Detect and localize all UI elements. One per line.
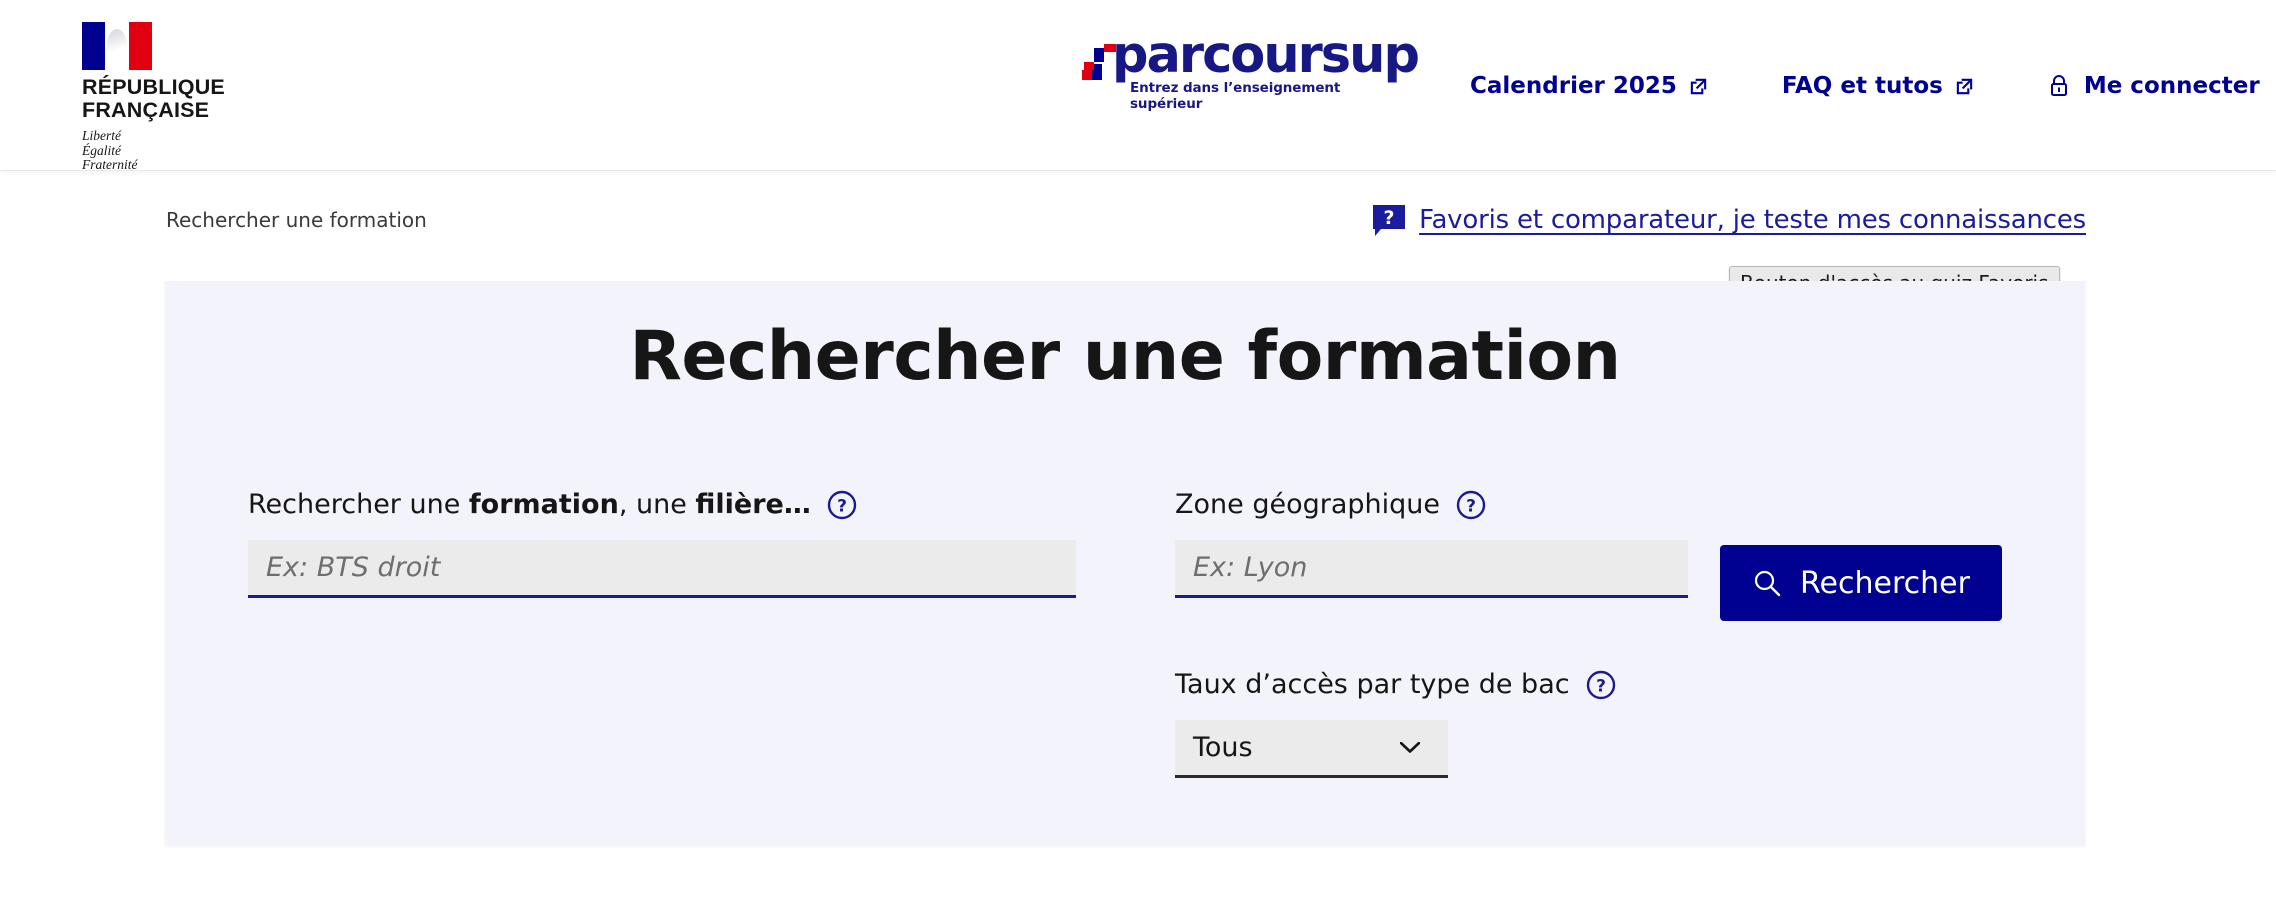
- republique-title: RÉPUBLIQUE FRANÇAISE: [82, 75, 225, 122]
- parcoursup-wordmark: parcoursup: [1112, 26, 1420, 85]
- parcoursup-logo[interactable]: parcoursup Entrez dans l’enseignement su…: [1078, 28, 1420, 112]
- search-submit-label: Rechercher: [1800, 565, 1970, 601]
- lock-icon: [2048, 74, 2070, 98]
- search-panel: Rechercher une formation Rechercher une …: [165, 281, 2085, 846]
- taux-acces-selected-value: Tous: [1193, 732, 1253, 763]
- external-link-icon: [1955, 76, 1974, 95]
- search-formation-input[interactable]: [248, 540, 1076, 598]
- republique-motto: Liberté Égalité Fraternité: [82, 128, 138, 172]
- favoris-quiz-label: Favoris et comparateur, je teste mes con…: [1419, 205, 2086, 235]
- field-taux-acces-label-text: Taux d’accès par type de bac: [1175, 669, 1570, 700]
- search-submit-button[interactable]: Rechercher: [1720, 545, 2002, 621]
- header-nav: Calendrier 2025 FAQ et tutos Me connecte…: [1470, 0, 2260, 171]
- nav-link-calendrier-label: Calendrier 2025: [1470, 72, 1677, 99]
- help-circle-icon[interactable]: ?: [827, 490, 857, 520]
- svg-text:?: ?: [1384, 207, 1395, 229]
- field-formation-label-text: Rechercher une formation, une filière…: [248, 489, 811, 520]
- field-zone-label-text: Zone géographique: [1175, 489, 1440, 520]
- taux-acces-select[interactable]: Tous: [1175, 720, 1448, 778]
- help-circle-icon[interactable]: ?: [1456, 490, 1486, 520]
- nav-link-me-connecter-label: Me connecter: [2083, 72, 2260, 99]
- svg-text:?: ?: [1466, 496, 1476, 516]
- nav-link-faq[interactable]: FAQ et tutos: [1782, 73, 1974, 99]
- external-link-icon: [1689, 76, 1708, 95]
- field-zone-label: Zone géographique ?: [1175, 489, 1688, 520]
- field-zone: Zone géographique ?: [1175, 489, 1688, 598]
- help-circle-icon[interactable]: ?: [1586, 670, 1616, 700]
- svg-text:?: ?: [1596, 676, 1606, 696]
- page-root: RÉPUBLIQUE FRANÇAISE Liberté Égalité Fra…: [0, 0, 2276, 902]
- search-zone-input[interactable]: [1175, 540, 1688, 598]
- search-icon: [1754, 570, 1781, 597]
- republique-francaise-logo: RÉPUBLIQUE FRANÇAISE Liberté Égalité Fra…: [82, 22, 242, 173]
- breadcrumb: Rechercher une formation: [166, 208, 427, 232]
- field-taux-acces: Taux d’accès par type de bac ? Tous: [1175, 669, 1688, 778]
- taux-acces-select-wrap: Tous: [1175, 720, 1448, 778]
- marianne-flag-icon: [82, 22, 152, 70]
- favoris-quiz-link[interactable]: ? Favoris et comparateur, je teste mes c…: [1372, 203, 2086, 237]
- svg-text:?: ?: [837, 496, 847, 516]
- nav-link-faq-label: FAQ et tutos: [1781, 72, 1943, 99]
- field-formation-label: Rechercher une formation, une filière… ?: [248, 489, 1076, 520]
- nav-link-me-connecter[interactable]: Me connecter: [2048, 73, 2260, 99]
- field-formation: Rechercher une formation, une filière… ?: [248, 489, 1076, 598]
- site-header: RÉPUBLIQUE FRANÇAISE Liberté Égalité Fra…: [0, 0, 2276, 173]
- field-taux-acces-label: Taux d’accès par type de bac ?: [1175, 669, 1688, 700]
- nav-link-calendrier[interactable]: Calendrier 2025: [1470, 73, 1708, 99]
- question-bubble-icon: ?: [1372, 203, 1406, 237]
- page-title: Rechercher une formation: [629, 317, 1621, 396]
- parcoursup-tagline: Entrez dans l’enseignement supérieur: [1130, 80, 1341, 112]
